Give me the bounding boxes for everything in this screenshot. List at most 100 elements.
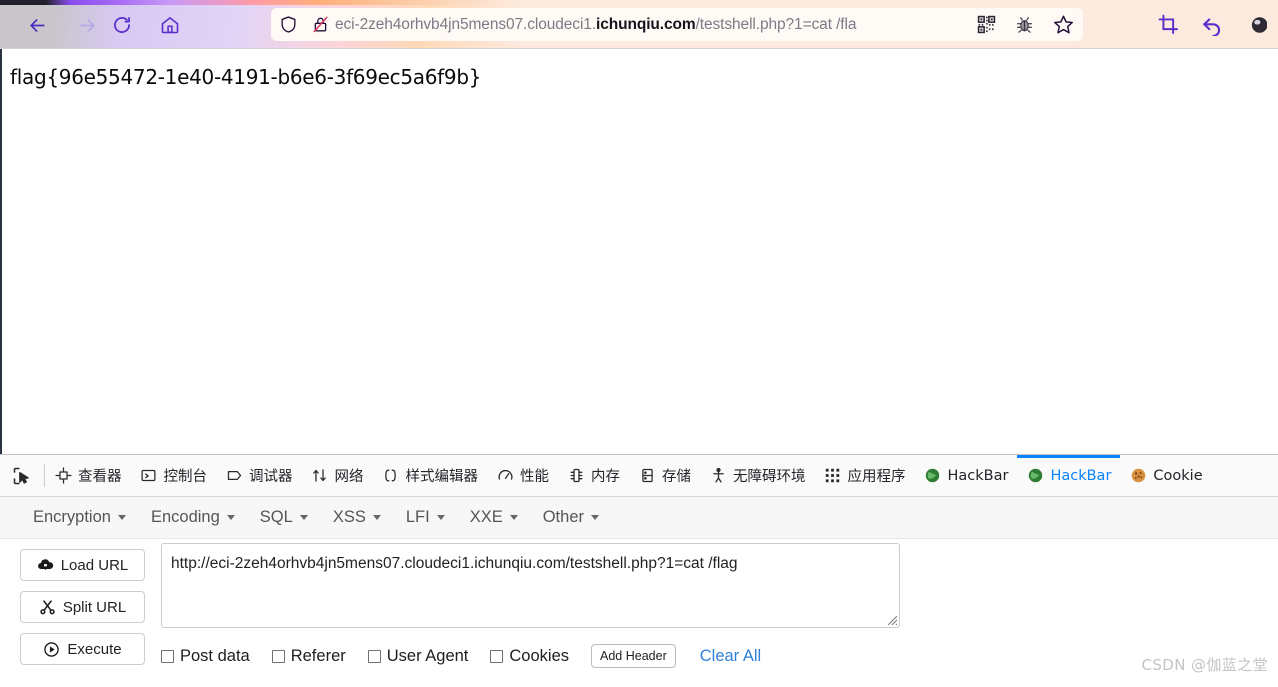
split-url-button[interactable]: Split URL: [20, 591, 145, 623]
hackbar-icon: [924, 467, 942, 485]
checkbox-label: Post data: [180, 646, 250, 665]
devtools-tab-label: HackBar: [947, 467, 1009, 484]
add-header-button[interactable]: Add Header: [591, 644, 676, 668]
execute-button[interactable]: Execute: [20, 633, 145, 665]
csdn-watermark: CSDN @伽蓝之堂: [1141, 656, 1268, 674]
hackbar-panel: Encryption Encoding SQL XSS LFI XXE Other Load…: [0, 497, 1278, 687]
lock-broken-icon[interactable]: [305, 15, 335, 34]
hackbar-url-area: [161, 543, 900, 628]
page-viewport: flag{96e55472-1e40-4191-b6e6-3f69ec5a6f9…: [0, 48, 1278, 454]
checkbox-user-agent[interactable]: User Agent: [367, 646, 469, 666]
devtools-tab-5[interactable]: 性能: [487, 455, 558, 496]
hackbar-menu-sql[interactable]: SQL: [251, 504, 317, 531]
checkbox-label: User Agent: [386, 646, 469, 665]
checkbox-box[interactable]: [271, 649, 285, 663]
devtools-tab-1[interactable]: 控制台: [131, 455, 217, 496]
devtools-tabs: 查看器 控制台 调试器 网络 样式编辑器 性能 内存 存储 无障碍环境 应用程序 HackBar Ha…: [45, 455, 1212, 496]
load-url-button[interactable]: Load URL: [20, 549, 145, 581]
hackbar-menu-xxe[interactable]: XXE: [461, 504, 527, 531]
devtools-tab-11[interactable]: HackBar: [1017, 455, 1121, 496]
hackbar-menu-lfi[interactable]: LFI: [397, 504, 454, 531]
hackbar-menu-label: SQL: [259, 508, 293, 526]
chevron-down-icon: [226, 515, 235, 520]
hackbar-body: Load URL Split URL Execute Post data Refere…: [0, 539, 1278, 668]
devtools-tab-label: 调试器: [249, 469, 293, 485]
flag-output-text: flag{96e55472-1e40-4191-b6e6-3f69ec5a6f9…: [10, 65, 482, 89]
console-icon: [140, 467, 158, 485]
hackbar-menu-label: XSS: [332, 508, 366, 526]
devtools-tab-10[interactable]: HackBar: [915, 455, 1018, 496]
hackbar-menu-other[interactable]: Other: [534, 504, 608, 531]
screenshot-crop-icon[interactable]: [1146, 8, 1190, 41]
hackbar-menu-label: LFI: [405, 508, 430, 526]
hackbar-menubar: Encryption Encoding SQL XSS LFI XXE Other: [0, 497, 1278, 539]
devtools-tab-6[interactable]: 内存: [558, 455, 629, 496]
devtools-tab-9[interactable]: 应用程序: [815, 455, 915, 496]
checkbox-cookies[interactable]: Cookies: [490, 647, 569, 666]
devtools-tab-label: 应用程序: [847, 469, 906, 485]
hackbar-menu-xss[interactable]: XSS: [324, 504, 390, 531]
viewport-left-edge: [0, 49, 2, 454]
devtools-tab-label: 控制台: [163, 469, 208, 485]
devtools-tab-label: HackBar: [1050, 467, 1112, 484]
hackbar-menu-encryption[interactable]: Encryption: [24, 504, 135, 531]
chevron-down-icon: [372, 515, 381, 520]
hackbar-menu-label: XXE: [469, 508, 503, 526]
performance-icon: [496, 467, 514, 485]
hackbar-options-row: Post data Referer User Agent Cookies Add He…: [161, 642, 761, 670]
hackbar-button-label: Load URL: [60, 556, 129, 574]
memory-icon: [567, 467, 585, 485]
checkbox-post-data[interactable]: Post data: [161, 647, 250, 666]
play-circle-icon: [43, 641, 60, 658]
bookmark-star-icon[interactable]: [1043, 14, 1083, 35]
chevron-down-icon: [117, 515, 126, 520]
hackbar-menu-encoding[interactable]: Encoding: [142, 504, 244, 531]
devtools-tab-4[interactable]: 样式编辑器: [373, 455, 488, 496]
devtools-tab-label: 查看器: [78, 469, 122, 485]
url-bar[interactable]: eci-2zeh4orhvb4jn5mens07.cloudeci1.ichun…: [271, 8, 1083, 41]
hackbar-checkboxes: Post data Referer User Agent Cookies: [161, 647, 591, 666]
devtools-tab-7[interactable]: 存储: [629, 455, 700, 496]
qr-code-icon[interactable]: [967, 15, 1005, 34]
home-icon: [161, 17, 179, 34]
devtools-tab-0[interactable]: 查看器: [45, 455, 131, 496]
bug-extension-icon[interactable]: [1005, 15, 1043, 34]
checkbox-box[interactable]: [367, 649, 381, 663]
reload-button[interactable]: [107, 10, 137, 40]
home-button[interactable]: [155, 10, 185, 40]
chevron-down-icon: [299, 515, 308, 520]
tab-strip-sliver: [0, 0, 1278, 5]
chevron-down-icon: [591, 515, 599, 520]
devtools-tab-2[interactable]: 调试器: [216, 455, 302, 496]
checkbox-label: Cookies: [509, 646, 570, 665]
reload-icon: [114, 17, 130, 33]
clear-all-link[interactable]: Clear All: [700, 647, 761, 666]
checkbox-box[interactable]: [161, 649, 174, 663]
hackbar-button-label: Execute: [67, 640, 122, 658]
back-button[interactable]: [22, 10, 52, 40]
devtools-tab-3[interactable]: 网络: [302, 455, 373, 496]
devtools-tab-label: 无障碍环境: [733, 469, 806, 485]
devtools-tab-label: 内存: [591, 469, 620, 485]
devtools-tab-8[interactable]: 无障碍环境: [700, 455, 815, 496]
forward-arrow-icon: [79, 18, 95, 32]
chevron-down-icon: [436, 515, 445, 520]
undo-arrow-icon[interactable]: [1190, 8, 1234, 41]
devtools-tab-label: 网络: [334, 469, 364, 485]
style-editor-icon: [382, 467, 400, 485]
checkbox-box[interactable]: [490, 649, 504, 663]
shield-icon[interactable]: [271, 15, 305, 34]
url-input[interactable]: [161, 543, 900, 628]
element-picker-button[interactable]: [0, 455, 44, 496]
storage-icon: [638, 467, 656, 485]
cloud-download-icon: [37, 557, 54, 574]
devtools-tab-label: Cookie: [1153, 467, 1203, 484]
account-circle-icon[interactable]: [1234, 8, 1278, 41]
accessibility-icon: [709, 467, 727, 485]
checkbox-referer[interactable]: Referer: [271, 646, 346, 666]
devtools-tab-label: 样式编辑器: [405, 469, 479, 485]
devtools-tab-12[interactable]: Cookie: [1120, 455, 1211, 496]
back-arrow-icon: [29, 18, 45, 32]
checkbox-label: Referer: [290, 646, 346, 665]
forward-button[interactable]: [72, 10, 102, 40]
